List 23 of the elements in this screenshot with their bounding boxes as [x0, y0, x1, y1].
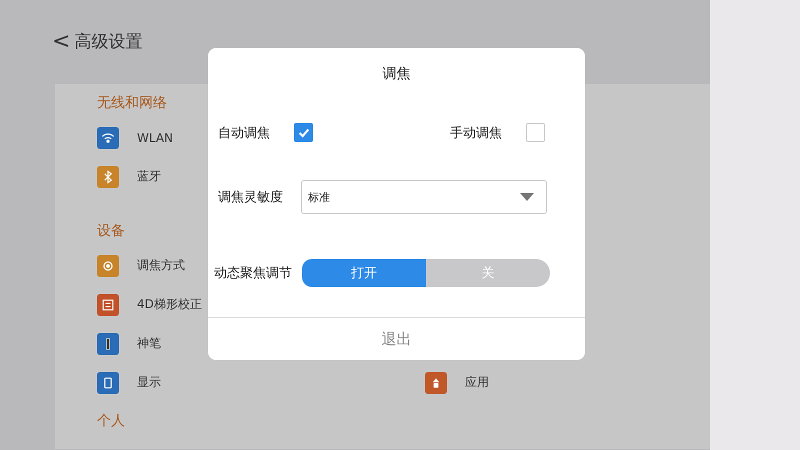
checkbox-label: 自动调焦 — [218, 124, 270, 142]
section-title: 个人 — [97, 413, 125, 429]
settings-item[interactable]: 调焦方式 — [97, 254, 185, 276]
settings-item[interactable]: 蓝牙 — [97, 166, 161, 188]
sensitivity-dropdown[interactable]: 标准 — [301, 180, 547, 214]
checkbox-label: 手动调焦 — [450, 124, 502, 142]
settings-item[interactable]: 显示 — [97, 372, 161, 394]
field-label: 动态聚焦调节 — [214, 265, 292, 282]
checkbox[interactable] — [526, 123, 545, 142]
dialog-title: 调焦 — [382, 65, 412, 84]
field-label: 调焦灵敏度 — [218, 189, 283, 206]
settings-item[interactable]: 4D梯形校正 — [97, 294, 202, 316]
exit-button[interactable]: 退出 — [372, 326, 422, 352]
page-title: 高级设置 — [74, 30, 142, 52]
settings-item[interactable]: 应用 — [425, 372, 489, 394]
checkbox[interactable] — [294, 123, 313, 142]
dropdown-caret-icon — [520, 193, 534, 201]
settings-item[interactable]: 神笔 — [97, 332, 161, 354]
settings-item[interactable]: WLAN — [97, 126, 174, 148]
section-title: 设备 — [97, 223, 125, 239]
section-title: 无线和网络 — [97, 95, 167, 111]
toggle-option[interactable]: 打开 — [302, 259, 426, 287]
back-button[interactable]: < — [52, 28, 70, 54]
